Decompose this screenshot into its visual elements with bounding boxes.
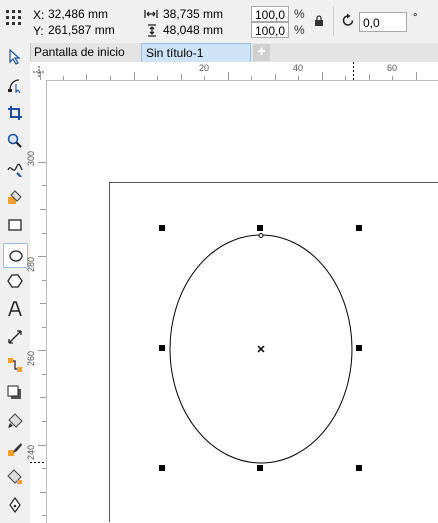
- ruler-label: 20: [199, 63, 210, 73]
- document-tab-bar: Pantalla de inicio Sin título-1 +: [30, 43, 438, 63]
- selection-handle[interactable]: [356, 225, 362, 231]
- connector-tool[interactable]: [5, 355, 25, 375]
- horizontal-ruler-ticks: [40, 62, 417, 80]
- ruler-label: 280: [26, 256, 36, 272]
- selection-handle[interactable]: [257, 465, 263, 471]
- selection-handle[interactable]: [257, 225, 263, 231]
- pick-tool[interactable]: [5, 47, 25, 67]
- selection-handle[interactable]: [159, 345, 165, 351]
- horizontal-ruler[interactable]: 20 40 60: [30, 62, 438, 81]
- tab-untitled-document[interactable]: Sin título-1: [141, 43, 251, 62]
- rectangle-tool[interactable]: [5, 215, 25, 235]
- polygon-icon: [7, 274, 23, 288]
- scale-width-field[interactable]: 100,0: [251, 6, 289, 22]
- width-icon: [144, 10, 158, 18]
- rotation-field[interactable]: 0,0: [359, 12, 407, 32]
- freehand-icon: [7, 163, 23, 177]
- magnifier-icon: [7, 133, 22, 148]
- ellipse-node[interactable]: [258, 233, 264, 238]
- smart-fill-tool[interactable]: [5, 187, 25, 207]
- eyedropper-icon: [8, 443, 22, 456]
- x-position-field[interactable]: 32,486 mm: [45, 6, 129, 22]
- transparency-tool[interactable]: [5, 411, 25, 431]
- dimension-tool[interactable]: [5, 327, 25, 347]
- pen-nib-icon: [9, 497, 21, 513]
- new-tab-button[interactable]: +: [253, 44, 270, 61]
- separator: [333, 6, 334, 36]
- drop-shadow-icon: [7, 385, 21, 399]
- connector-icon: [8, 358, 22, 372]
- crop-tool[interactable]: [5, 103, 25, 123]
- shape-tool[interactable]: [5, 75, 25, 95]
- zoom-tool[interactable]: [5, 131, 25, 151]
- ellipse-icon: [8, 249, 23, 262]
- plus-icon: +: [257, 43, 266, 60]
- ruler-origin-icon[interactable]: [33, 66, 45, 78]
- pointer-arrow-icon: [9, 49, 21, 65]
- ruler-label: 240: [26, 444, 36, 460]
- ellipse-tool[interactable]: [3, 243, 28, 268]
- rectangle-icon: [8, 219, 22, 231]
- outline-pen-tool[interactable]: [5, 495, 25, 515]
- smart-fill-icon: [8, 190, 22, 204]
- rotate-icon: [342, 13, 354, 26]
- x-label: X:: [33, 8, 45, 22]
- transparency-icon: [8, 413, 23, 428]
- drop-shadow-tool[interactable]: [5, 383, 25, 403]
- y-position-field[interactable]: 261,587 mm: [45, 22, 129, 38]
- property-bar: X: 32,486 mm Y: 261,587 mm 38,735 mm 48,…: [0, 0, 438, 44]
- selection-handle[interactable]: [159, 225, 165, 231]
- text-a-icon: [8, 301, 22, 317]
- height-icon: [148, 24, 156, 37]
- width-field[interactable]: 38,735 mm: [160, 6, 246, 22]
- canvas-drawing: [109, 182, 438, 522]
- text-tool[interactable]: [5, 299, 25, 319]
- ruler-label: 260: [26, 350, 36, 366]
- interactive-fill-tool[interactable]: [5, 467, 25, 487]
- freehand-tool[interactable]: [5, 159, 25, 179]
- center-x-icon[interactable]: [257, 345, 265, 353]
- fill-bucket-icon: [7, 469, 22, 484]
- selection-handle[interactable]: [159, 465, 165, 471]
- reference-point-icon[interactable]: [5, 9, 23, 27]
- percent-label: %: [294, 23, 305, 37]
- y-label: Y:: [33, 24, 44, 38]
- polygon-tool[interactable]: [5, 271, 25, 291]
- eyedropper-tool[interactable]: [5, 439, 25, 459]
- selection-handle[interactable]: [356, 345, 362, 351]
- selection-handle[interactable]: [356, 465, 362, 471]
- ruler-label: 300: [26, 150, 36, 166]
- degree-label: °: [413, 12, 418, 24]
- scale-height-field[interactable]: 100,0: [251, 22, 289, 38]
- tab-welcome-screen[interactable]: Pantalla de inicio: [30, 43, 140, 62]
- height-field[interactable]: 48,048 mm: [160, 22, 246, 38]
- tab-label: Sin título-1: [146, 46, 204, 60]
- dimension-icon: [8, 330, 22, 344]
- tab-label: Pantalla de inicio: [34, 45, 125, 59]
- page-border: [109, 182, 438, 522]
- drawing-canvas[interactable]: [47, 81, 438, 523]
- vertical-ruler[interactable]: 300 280 260 240: [26, 80, 47, 523]
- ruler-label: 40: [293, 63, 304, 73]
- ruler-label: 60: [387, 63, 398, 73]
- shape-node-icon: [8, 79, 21, 93]
- percent-label: %: [294, 7, 305, 21]
- crop-icon: [8, 106, 22, 120]
- lock-ratio-icon[interactable]: [314, 15, 324, 26]
